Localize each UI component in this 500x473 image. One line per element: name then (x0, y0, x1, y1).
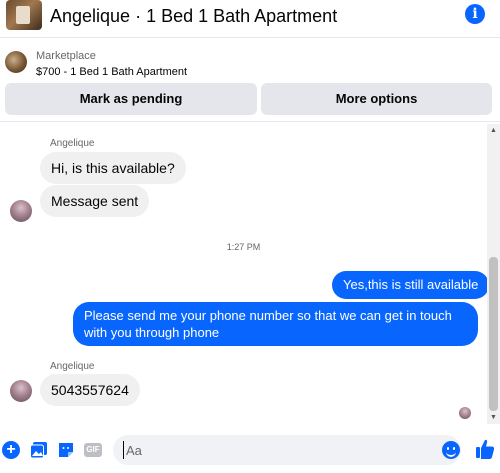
conversation-header: Angelique · 1 Bed 1 Bath Apartment i (0, 0, 500, 38)
sender-name: Angelique (50, 138, 95, 149)
incoming-message[interactable]: Hi, is this available? (40, 152, 186, 184)
scroll-up-icon[interactable]: ▲ (487, 124, 500, 137)
sender-avatar[interactable] (10, 200, 32, 222)
marketplace-bar: Marketplace $700 - 1 Bed 1 Bath Apartmen… (0, 38, 500, 122)
sticker-icon[interactable] (57, 441, 75, 459)
marketplace-label: Marketplace (36, 50, 96, 62)
message-input-wrapper[interactable] (113, 435, 461, 465)
message-thread[interactable]: Angelique Hi, is this available? Message… (0, 124, 490, 424)
conversation-title[interactable]: Angelique · 1 Bed 1 Bath Apartment (50, 6, 337, 27)
message-timestamp: 1:27 PM (226, 242, 261, 252)
sender-avatar[interactable] (10, 380, 32, 402)
gif-icon[interactable]: GIF (84, 443, 102, 457)
photo-icon[interactable] (30, 441, 48, 459)
listing-thumbnail[interactable] (6, 0, 42, 30)
scroll-down-icon[interactable]: ▼ (487, 411, 500, 424)
more-options-button[interactable]: More options (261, 83, 492, 115)
incoming-message[interactable]: Message sent (40, 185, 150, 217)
scrollbar-thumb[interactable] (489, 257, 498, 411)
emoji-icon[interactable] (442, 441, 460, 459)
thread-scrollbar[interactable]: ▲ ▼ (487, 124, 500, 424)
like-icon[interactable] (475, 438, 495, 460)
outgoing-message[interactable]: Please send me your phone number so that… (73, 302, 478, 346)
listing-thumbnail-small[interactable] (5, 51, 27, 73)
outgoing-message[interactable]: Yes,this is still available (332, 271, 490, 299)
plus-icon[interactable]: + (2, 441, 20, 459)
seen-receipt-avatar (459, 407, 471, 419)
incoming-message[interactable]: 5043557624 (40, 374, 140, 406)
message-input[interactable] (123, 441, 423, 459)
message-composer: + GIF (0, 424, 500, 473)
mark-as-pending-button[interactable]: Mark as pending (5, 83, 257, 115)
info-icon[interactable]: i (465, 4, 485, 24)
listing-title[interactable]: $700 - 1 Bed 1 Bath Apartment (36, 66, 187, 78)
sender-name: Angelique (50, 361, 95, 372)
